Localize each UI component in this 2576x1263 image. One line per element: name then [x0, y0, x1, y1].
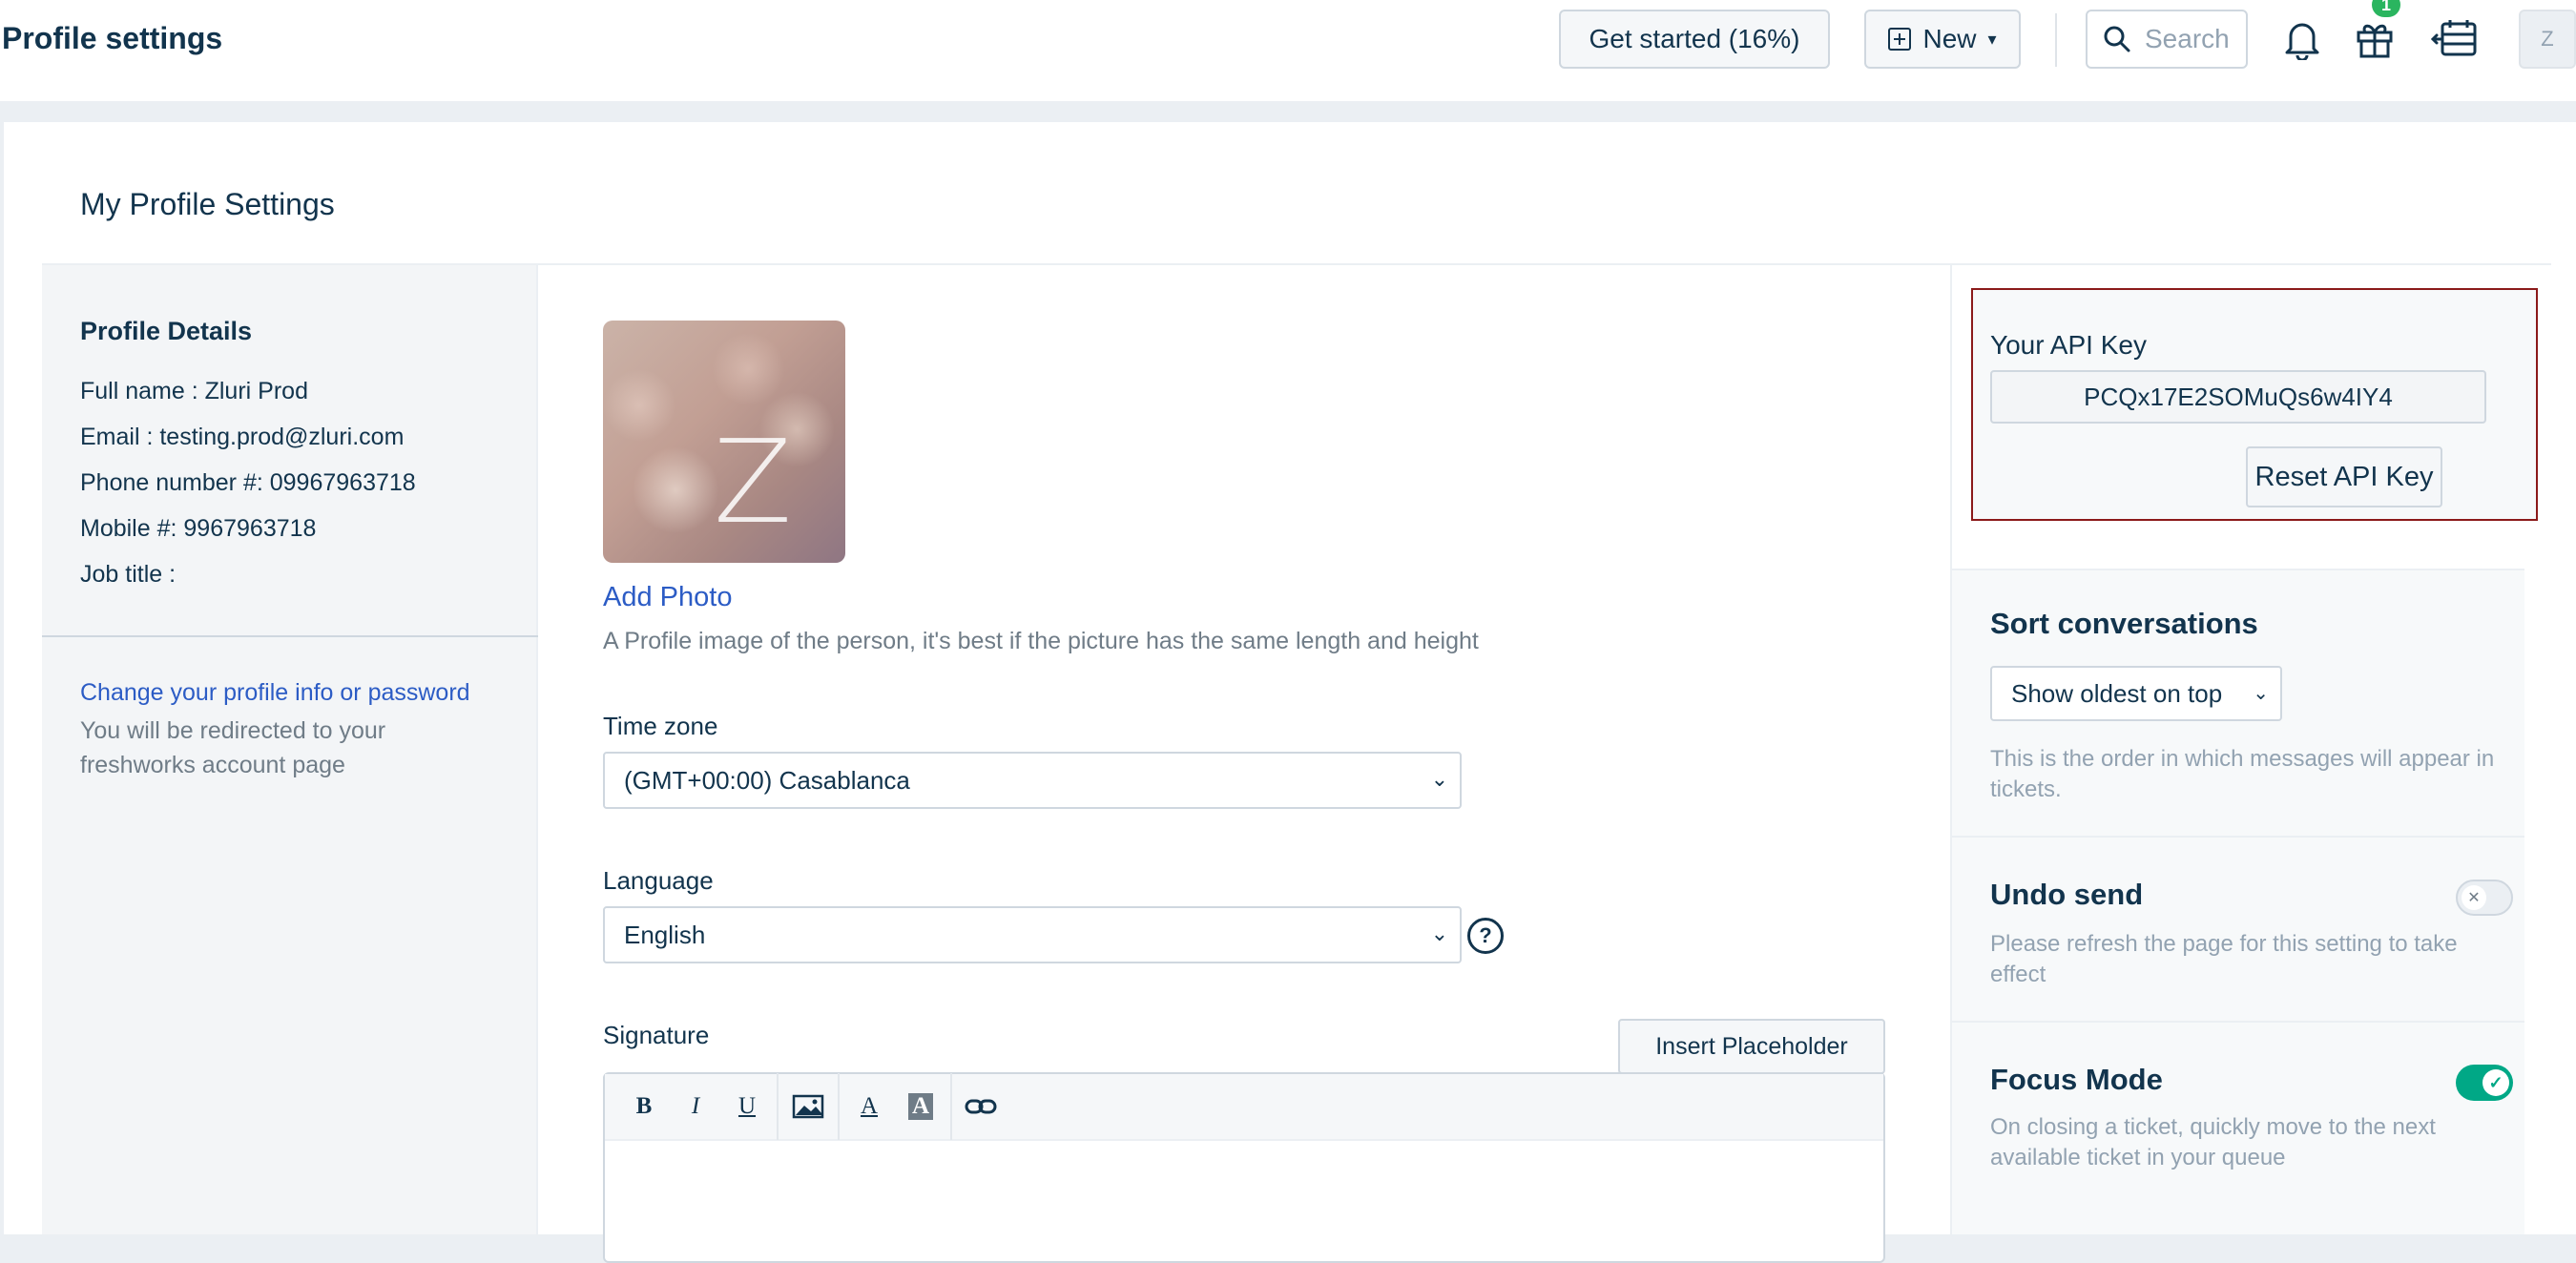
- new-button[interactable]: New ▾: [1864, 10, 2021, 69]
- email-value: testing.prod@zluri.com: [159, 424, 405, 450]
- focus-mode-heading: Focus Mode: [1990, 1063, 2163, 1096]
- page-title: Profile settings: [2, 21, 223, 55]
- sort-order-select[interactable]: Show oldest on top ⌄: [1990, 666, 2282, 721]
- user-avatar[interactable]: Z: [2519, 10, 2576, 69]
- header-divider: [2055, 13, 2057, 67]
- undo-send-note: Please refresh the page for this setting…: [1990, 931, 2458, 987]
- announcements-icon[interactable]: [2429, 13, 2481, 65]
- font-color-button[interactable]: A: [843, 1073, 895, 1140]
- sort-order-value: Show oldest on top: [2011, 678, 2223, 708]
- profile-details-heading: Profile Details: [80, 317, 253, 345]
- italic-button[interactable]: I: [670, 1073, 721, 1140]
- notification-bell-icon[interactable]: [2276, 13, 2328, 65]
- signature-editor[interactable]: B I U A A: [603, 1072, 1885, 1263]
- insert-placeholder-button[interactable]: Insert Placeholder: [1618, 1019, 1885, 1074]
- undo-send-toggle[interactable]: ✕: [2456, 880, 2513, 916]
- background-color-button[interactable]: A: [895, 1073, 946, 1140]
- email-row: Email : testing.prod@zluri.com: [80, 424, 404, 451]
- get-started-button[interactable]: Get started (16%): [1559, 10, 1830, 69]
- full-name-row: Full name : Zluri Prod: [80, 378, 308, 405]
- new-button-label: New: [1922, 24, 1977, 53]
- focus-mode-note: On closing a ticket, quickly move to the…: [1990, 1114, 2436, 1170]
- timezone-select[interactable]: (GMT+00:00) Casablanca ⌄: [603, 752, 1462, 809]
- full-name-label: Full name :: [80, 378, 205, 404]
- email-label: Email :: [80, 424, 160, 450]
- reset-api-key-button[interactable]: Reset API Key: [2246, 446, 2442, 507]
- undo-send-panel: [1952, 836, 2524, 1021]
- plus-square-icon: [1888, 28, 1912, 51]
- mobile-value: 9967963718: [183, 515, 317, 542]
- toolbar-divider: [777, 1073, 779, 1140]
- language-value: English: [624, 920, 706, 949]
- bold-button[interactable]: B: [618, 1073, 670, 1140]
- profile-panel-divider: [42, 635, 538, 637]
- close-icon: ✕: [2462, 885, 2486, 910]
- focus-mode-toggle[interactable]: ✓: [2456, 1065, 2513, 1101]
- chevron-down-icon: ⌄: [2253, 683, 2269, 704]
- sort-conversations-heading: Sort conversations: [1990, 607, 2258, 640]
- language-label: Language: [603, 866, 714, 895]
- full-name-value: Zluri Prod: [204, 378, 308, 404]
- chevron-down-icon: ▾: [1987, 29, 1997, 49]
- editor-toolbar: B I U A A: [605, 1073, 1883, 1141]
- job-title-row: Job title :: [80, 561, 176, 589]
- redirect-note: You will be redirected to your freshwork…: [80, 717, 386, 778]
- chevron-down-icon: ⌄: [1430, 767, 1448, 791]
- checkmark-icon: ✓: [2483, 1069, 2509, 1096]
- search-icon: [2104, 26, 2130, 52]
- undo-send-heading: Undo send: [1990, 878, 2144, 911]
- underline-button[interactable]: U: [721, 1073, 773, 1140]
- search-placeholder: Search: [2145, 24, 2230, 53]
- timezone-label: Time zone: [603, 712, 718, 740]
- background-color-label: A: [907, 1093, 934, 1120]
- link-icon: [965, 1099, 997, 1114]
- sort-note: This is the order in which messages will…: [1990, 746, 2495, 802]
- language-select[interactable]: English ⌄: [603, 906, 1462, 963]
- mobile-row: Mobile #: 9967963718: [80, 515, 316, 543]
- change-profile-link[interactable]: Change your profile info or password: [80, 679, 470, 707]
- help-icon[interactable]: ?: [1467, 918, 1504, 954]
- toolbar-divider: [838, 1073, 840, 1140]
- add-photo-link[interactable]: Add Photo: [603, 582, 732, 613]
- chevron-down-icon: ⌄: [1430, 921, 1448, 945]
- profile-photo-letter: Z: [713, 417, 793, 549]
- photo-hint: A Profile image of the person, it's best…: [603, 628, 1479, 654]
- signature-label: Signature: [603, 1021, 710, 1049]
- mobile-label: Mobile #:: [80, 515, 184, 542]
- toolbar-divider: [950, 1073, 952, 1140]
- insert-link-button[interactable]: [956, 1073, 1008, 1140]
- image-icon: [792, 1094, 824, 1119]
- phone-label: Phone number #:: [80, 469, 270, 496]
- api-key-title: Your API Key: [1990, 330, 2147, 360]
- job-title-label: Job title :: [80, 561, 177, 588]
- phone-value: 09967963718: [269, 469, 416, 496]
- top-header: Profile settings Get started (16%) New ▾…: [0, 0, 2576, 101]
- search-button[interactable]: Search: [2086, 10, 2248, 69]
- section-title: My Profile Settings: [80, 187, 335, 221]
- phone-row: Phone number #: 09967963718: [80, 469, 416, 497]
- insert-image-button[interactable]: [782, 1073, 834, 1140]
- profile-photo[interactable]: Z: [603, 321, 845, 563]
- gift-icon[interactable]: [2349, 13, 2400, 65]
- api-key-field[interactable]: PCQx17E2SOMuQs6w4IY4: [1990, 370, 2486, 424]
- timezone-value: (GMT+00:00) Casablanca: [624, 765, 910, 795]
